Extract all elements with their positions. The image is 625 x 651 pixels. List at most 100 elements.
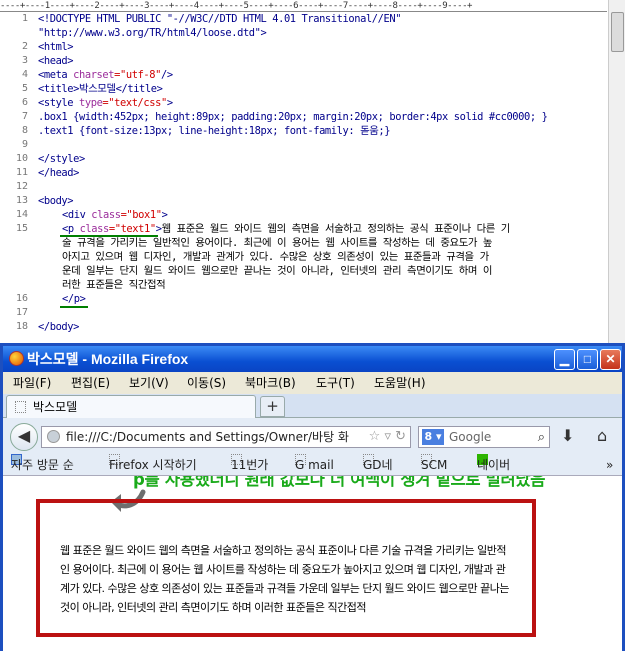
line-number: 1 [21,13,28,24]
firefox-window: 박스모델 - Mozilla Firefox ▁ □ ✕ 파일(F) 편집(E)… [0,343,625,651]
code-attr: class [73,223,110,235]
page-icon [15,401,26,413]
code-line-5: <title>박스모델</title> [38,83,163,95]
code-line-4: <meta charset="utf-8"/> [38,68,173,82]
bookmark-label: Firefox 시작하기 [109,458,197,472]
tab-label: 박스모델 [33,400,78,414]
menu-view[interactable]: 보기(V) [129,372,169,394]
close-button[interactable]: ✕ [600,349,621,370]
code-line-3: <head> [38,55,74,67]
text1-paragraph: 웹 표준은 월드 와이드 웹의 측면을 서술하고 정의하는 공식 표준이나 다른… [60,544,510,614]
code-value: ="text1" [108,223,156,235]
code-line-1: <!DOCTYPE HTML PUBLIC "-//W3C//DTD HTML … [38,13,402,25]
menu-edit[interactable]: 편집(E) [71,372,110,394]
line-number: 12 [15,181,28,192]
code-line-1-wrap: "http://www.w3.org/TR/html4/loose.dtd"> [38,27,267,39]
code-value: ="utf-8" [114,69,161,81]
bookmark-label: 자주 방문 순 [11,458,74,472]
line-number: 7 [21,111,28,122]
code-line-7: .box1 {width:452px; height:89px; padding… [38,111,548,123]
code-tag-end: /> [161,69,173,81]
bookmark-label: GD네 [363,458,393,472]
code-line-15-wrap-3: 아지고 있으며 웹 디자인, 개발과 관계가 있다. 수많은 상호 의존성이 있… [62,251,489,263]
search-icon[interactable]: ⌕ [538,428,545,448]
window-title: 박스모델 - Mozilla Firefox [27,351,189,367]
line-number: 15 [15,223,28,234]
code-text: 웹 표준은 월드 와이드 웹의 측면을 서술하고 정의하는 공식 표준이나 다른… [161,223,511,235]
code-line-18: </body> [38,321,79,333]
search-input[interactable]: 8 ▾ Google ⌕ [418,426,550,448]
bookmarks-overflow-button[interactable]: » [606,454,613,475]
line-number: 18 [15,321,28,332]
code-line-2: <html> [38,41,74,53]
code-tag: <style [38,97,74,109]
navigation-bar: ◀ file:///C:/Documents and Settings/Owne… [3,418,622,454]
globe-icon [47,430,60,443]
line-number: 2 [21,41,28,52]
url-controls-icon[interactable]: ☆ ▿ ↻ [369,427,406,447]
line-number: 11 [15,167,28,178]
url-input[interactable]: file:///C:/Documents and Settings/Owner/… [41,426,411,448]
bookmarks-toolbar: 자주 방문 순 Firefox 시작하기 11번가 G mail GD네 SCM… [3,454,622,476]
search-engine-icon[interactable]: 8 ▾ [422,429,444,445]
bookmark-label: 네이버 [477,458,511,472]
code-tag-end: > [161,209,168,221]
menu-bookmarks[interactable]: 북마크(B) [245,372,296,394]
firefox-icon [9,351,24,366]
menu-tools[interactable]: 도구(T) [316,372,355,394]
code-line-16: </p> [62,293,86,305]
code-attr: class [85,209,121,221]
line-number: 10 [15,153,28,164]
menu-history[interactable]: 이동(S) [187,372,226,394]
back-arrow-icon[interactable]: ◀ [10,423,38,451]
menu-bar: 파일(F) 편집(E) 보기(V) 이동(S) 북마크(B) 도구(T) 도움말… [3,372,622,394]
code-line-6: <style type="text/css"> [38,96,173,110]
code-line-14: <div class="box1"> [62,208,168,222]
line-number: 3 [21,55,28,66]
line-number: 13 [15,195,28,206]
line-number: 8 [21,125,28,136]
home-icon[interactable]: ⌂ [597,426,607,445]
code-line-8: .text1 {font-size:13px; line-height:18px… [38,125,391,137]
tab-boxmodel[interactable]: 박스모델 [6,395,256,418]
code-value: ="box1" [120,209,162,221]
code-attr: type [73,97,103,109]
code-line-15: <p class="text1">웹 표준은 월드 와이드 웹의 측면을 서술하… [62,222,510,236]
code-line-10: </style> [38,153,85,165]
code-line-15-wrap-4: 운데 일부는 단지 월드 와이드 웹으로만 끝나는 것이 아니라, 인터넷의 관… [62,265,493,277]
page-content: p를 사용했더니 원래 값보다 더 여백이 생겨 밑으로 밀려났음 웹 표준은 … [3,476,622,651]
tab-bar: 박스모델 + [3,394,622,418]
menu-file[interactable]: 파일(F) [13,372,51,394]
line-number: 9 [21,139,28,150]
url-text: file:///C:/Documents and Settings/Owner/… [66,430,349,444]
editor-scrollbar[interactable] [608,0,625,343]
line-number: 4 [21,69,28,80]
code-line-15-wrap-2: 술 규격을 가리키는 일반적인 용어이다. 최근에 이 용어는 웹 사이트를 작… [62,237,493,249]
editor-scroll-thumb[interactable] [611,12,624,52]
annotation-note: p를 사용했더니 원래 값보다 더 여백이 생겨 밑으로 밀려났음 [133,476,546,489]
line-number: 16 [15,293,28,304]
p-tag-underline [60,235,158,237]
menu-help[interactable]: 도움말(H) [374,372,426,394]
code-attr: charset [67,69,115,81]
bookmark-label: G mail [295,458,334,472]
line-number: 5 [21,83,28,94]
code-editor[interactable]: ----+----1----+----2----+----3----+----4… [0,0,625,343]
maximize-button[interactable]: □ [577,349,598,370]
line-number: 14 [15,209,28,220]
download-icon[interactable]: ⬇ [561,426,574,445]
code-line-13: <body> [38,195,74,207]
code-tag: <meta [38,69,68,81]
line-number: 6 [21,97,28,108]
p-close-underline [60,306,88,308]
code-tag: <p [62,223,74,235]
new-tab-button[interactable]: + [260,396,285,417]
box1-div: 웹 표준은 월드 와이드 웹의 측면을 서술하고 정의하는 공식 표준이나 다른… [36,499,536,637]
code-tag-end: > [166,97,173,109]
line-number: 17 [15,307,28,318]
code-line-11: </head> [38,167,79,179]
minimize-button[interactable]: ▁ [554,349,575,370]
column-ruler: ----+----1----+----2----+----3----+----4… [0,0,607,12]
code-tag: <div [62,209,86,221]
title-bar[interactable]: 박스모델 - Mozilla Firefox ▁ □ ✕ [3,346,622,372]
